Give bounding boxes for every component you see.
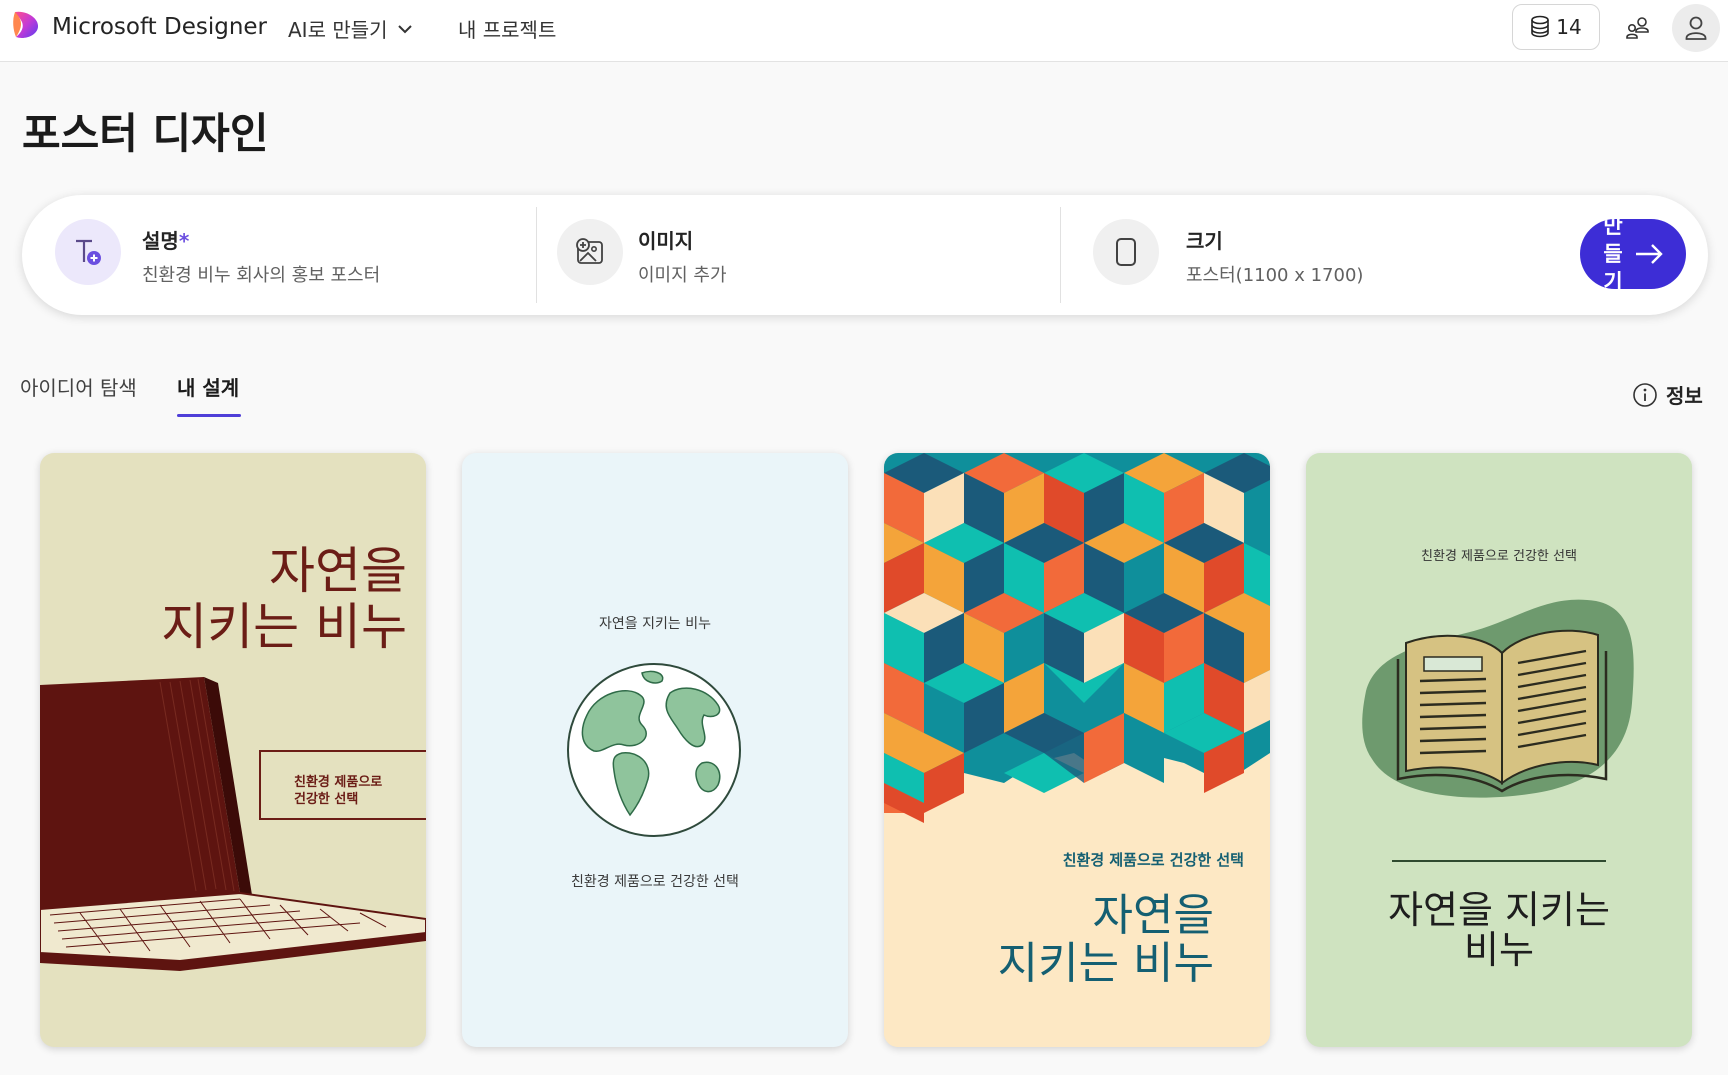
nav-create-with-ai-label: AI로 만들기 [288, 18, 388, 42]
card3-tagline: 친환경 제품으로 건강한 선택 [1062, 851, 1244, 869]
nav-my-projects[interactable]: 내 프로젝트 [458, 14, 556, 43]
description-value: 친환경 비누 회사의 홍보 포스터 [142, 265, 381, 286]
create-button-label: 만들기 [1603, 219, 1623, 289]
size-label: 크기 [1186, 229, 1223, 253]
design-card-1[interactable]: 자연을 지키는 비누 친환경 제품으로 건강한 선택 [40, 453, 426, 1047]
designer-logo-icon[interactable] [12, 10, 40, 40]
page-title: 포스터 디자인 [22, 109, 269, 158]
active-tab-indicator [177, 414, 241, 417]
chevron-down-icon [397, 24, 412, 33]
tab-my-designs[interactable]: 내 설계 [177, 372, 239, 401]
description-field[interactable]: 설명* 친환경 비누 회사의 홍보 포스터 [22, 195, 536, 315]
description-label-text: 설명 [142, 229, 179, 253]
design-card-4[interactable]: 친환경 제품으로 건강한 선택 자연을 지키는 비누 [1306, 453, 1692, 1047]
card1-subtitle-line2: 건강한 선택 [294, 792, 359, 807]
info-label: 정보 [1666, 384, 1703, 408]
globe-illustration [567, 663, 741, 837]
coin-stack-icon [1531, 15, 1550, 38]
info-button[interactable]: 정보 [1632, 380, 1703, 409]
image-add-icon [557, 219, 623, 285]
prompt-bar: 설명* 친환경 비누 회사의 홍보 포스터 이미지 이미지 추가 크기 포스터(… [22, 195, 1708, 315]
brand-name[interactable]: Microsoft Designer [52, 14, 267, 40]
card2-title: 자연을 지키는 비누 [599, 616, 711, 632]
info-icon [1633, 382, 1657, 407]
credits-button[interactable]: 14 [1512, 4, 1600, 50]
avatar[interactable] [1672, 4, 1720, 52]
size-value: 포스터(1100 x 1700) [1186, 265, 1364, 286]
card2-subtitle: 친환경 제품으로 건강한 선택 [571, 874, 739, 890]
card1-headline-line2: 지키는 비누 [161, 598, 407, 656]
person-icon [1685, 16, 1707, 40]
image-label: 이미지 [638, 229, 694, 253]
people-share-icon [1626, 17, 1649, 39]
image-value: 이미지 추가 [638, 265, 727, 286]
card3-headline-line2: 지키는 비누 [997, 938, 1214, 989]
description-label: 설명* [142, 225, 189, 254]
required-mark: * [178, 229, 190, 253]
create-button[interactable]: 만들기 [1580, 219, 1686, 289]
design-card-2[interactable]: 자연을 지키는 비누 친환경 제품으로 건강한 선택 [462, 453, 848, 1047]
tab-explore-ideas[interactable]: 아이디어 탐색 [20, 372, 137, 401]
portrait-size-icon [1093, 219, 1159, 285]
card4-headline-line2: 비누 [1464, 928, 1534, 972]
arrow-right-icon [1636, 244, 1663, 264]
design-card-3[interactable]: 친환경 제품으로 건강한 선택 자연을 지키는 비누 [884, 453, 1270, 1047]
nav-create-with-ai[interactable]: AI로 만들기 [288, 14, 412, 43]
size-field[interactable]: 크기 포스터(1100 x 1700) [1061, 195, 1561, 315]
text-add-icon [55, 219, 121, 285]
image-field[interactable]: 이미지 이미지 추가 [537, 195, 1060, 315]
credits-count: 14 [1556, 15, 1582, 39]
top-bar: Microsoft Designer AI로 만들기 내 프로젝트 14 [0, 0, 1728, 62]
card4-tagline: 친환경 제품으로 건강한 선택 [1421, 549, 1577, 564]
share-people-button[interactable] [1620, 10, 1656, 46]
